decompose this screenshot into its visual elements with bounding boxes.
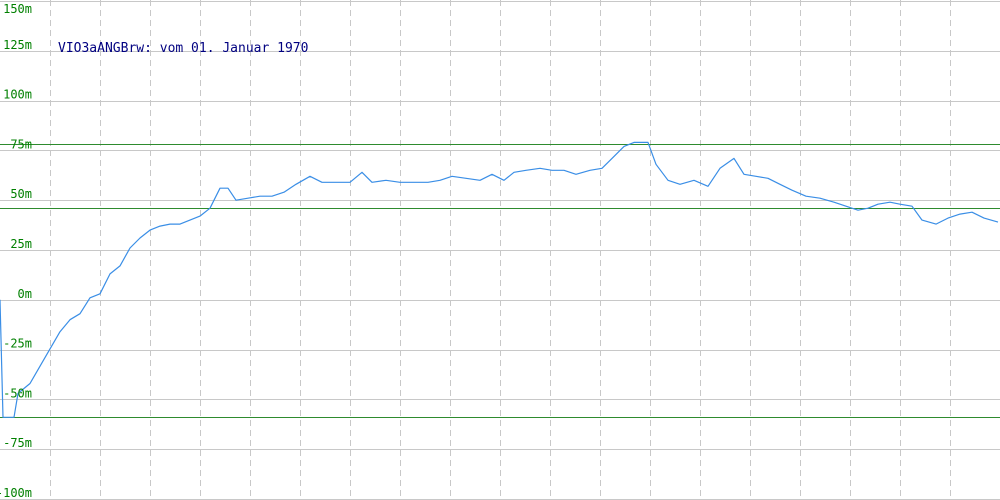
y-tick-label: 100m [3,88,32,102]
y-tick-label: 150m [3,2,32,16]
series-layer [0,141,999,418]
y-tick-label: 50m [10,187,32,201]
y-tick-label: 0m [18,287,32,301]
y-tick-label: -50m [3,386,32,400]
y-tick-label: 75m [10,137,32,151]
series-line [0,141,999,418]
y-tick-label: -75m [3,436,32,450]
y-tick-label: -100m [0,486,32,500]
chart-title: VIO3aANGBrw: vom 01. Januar 1970 [58,41,308,56]
y-tick-label: 125m [3,38,32,52]
y-tick-label: -25m [3,337,32,351]
y-tick-label: 25m [10,237,32,251]
line-chart: 150m 125m 100m 75m 50m 25m 0m -25m -50m -75m -100m… [0,0,1000,500]
